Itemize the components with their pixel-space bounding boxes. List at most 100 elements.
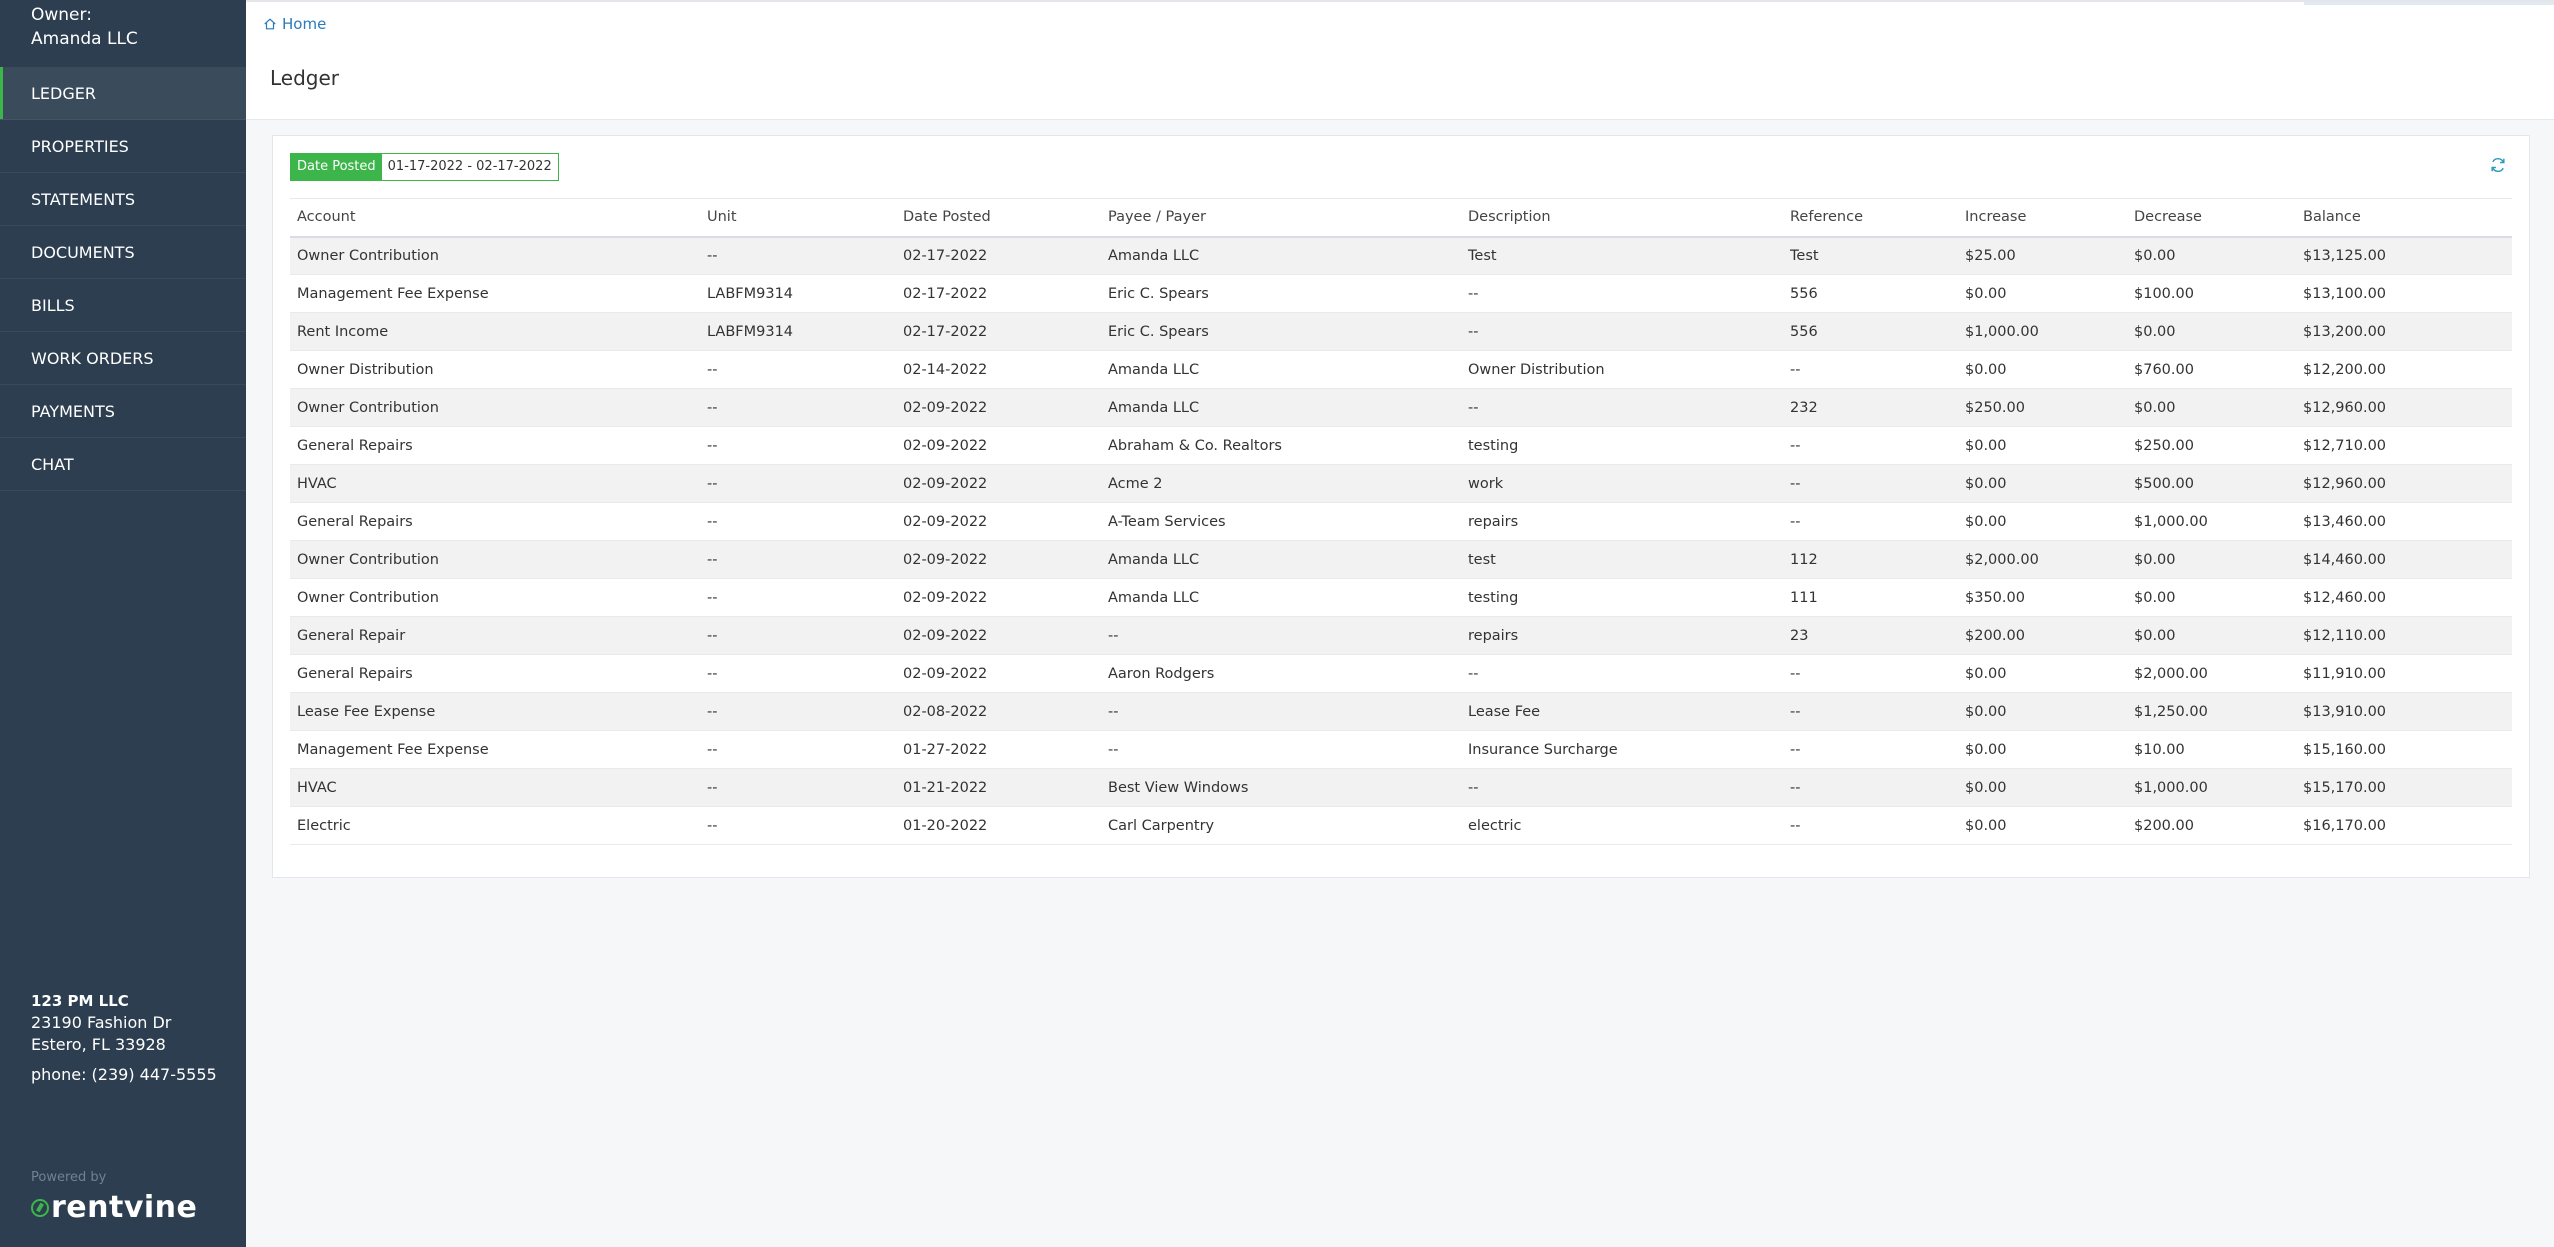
breadcrumb[interactable]: Home <box>263 15 326 33</box>
sidebar-item-statements[interactable]: STATEMENTS <box>0 173 246 226</box>
rentvine-leaf-icon <box>31 1198 49 1217</box>
table-cell: -- <box>1101 692 1461 731</box>
table-cell: repairs <box>1461 616 1783 655</box>
table-row[interactable]: General Repair -- 02-09-2022 -- repairs 23 $20… <box>290 616 2512 655</box>
filter-label: Date Posted <box>291 154 382 180</box>
table-row[interactable]: Owner Contribution -- 02-17-2022 Amanda LLC… <box>290 236 2512 275</box>
table-row[interactable]: Management Fee Expense -- 01-27-2022 -- Insu… <box>290 730 2512 769</box>
ledger-table: Account Unit Date Posted Payee / Payer Descr… <box>290 198 2512 845</box>
table-cell: electric <box>1461 806 1783 845</box>
sidebar-item-work-orders[interactable]: WORK ORDERS <box>0 332 246 385</box>
column-header-description[interactable]: Description <box>1461 198 1783 238</box>
owner-info: Owner: Amanda LLC <box>0 0 246 67</box>
breadcrumb-home-link[interactable]: Home <box>282 15 326 33</box>
table-cell: -- <box>700 730 896 769</box>
sidebar-item-documents[interactable]: DOCUMENTS <box>0 226 246 279</box>
table-row[interactable]: Owner Contribution -- 02-09-2022 Amanda LLC… <box>290 540 2512 579</box>
company-address-line1: 23190 Fashion Dr <box>31 1013 172 1032</box>
table-row[interactable]: HVAC -- 02-09-2022 Acme 2 work -- $0.00 $500.00… <box>290 464 2512 503</box>
table-cell: $2,000.00 <box>2127 654 2296 693</box>
table-cell: 02-08-2022 <box>896 692 1101 731</box>
table-cell: $12,200.00 <box>2296 350 2512 389</box>
column-header-unit[interactable]: Unit <box>700 198 896 238</box>
table-cell: -- <box>1461 274 1783 313</box>
table-row[interactable]: Owner Contribution -- 02-09-2022 Amanda LLC… <box>290 388 2512 427</box>
table-cell: $12,710.00 <box>2296 426 2512 465</box>
table-cell: $0.00 <box>1958 426 2127 465</box>
table-cell: 02-17-2022 <box>896 312 1101 351</box>
sidebar-item-chat[interactable]: CHAT <box>0 438 246 491</box>
table-cell: $0.00 <box>2127 616 2296 655</box>
table-cell: -- <box>1461 388 1783 427</box>
table-cell: $0.00 <box>2127 312 2296 351</box>
sidebar-item-payments[interactable]: PAYMENTS <box>0 385 246 438</box>
table-cell: Owner Contribution <box>290 578 700 617</box>
sidebar-item-properties[interactable]: PROPERTIES <box>0 120 246 173</box>
table-cell: -- <box>700 540 896 579</box>
table-row[interactable]: Owner Distribution -- 02-14-2022 Amanda LLC… <box>290 350 2512 389</box>
table-cell: -- <box>1783 502 1958 541</box>
table-cell: Management Fee Expense <box>290 730 700 769</box>
table-row[interactable]: HVAC -- 01-21-2022 Best View Windows -- -- $0.… <box>290 768 2512 807</box>
table-row[interactable]: Management Fee Expense LABFM9314 02-17-202… <box>290 274 2512 313</box>
table-cell: Lease Fee Expense <box>290 692 700 731</box>
table-cell: 02-09-2022 <box>896 654 1101 693</box>
filter-date-range[interactable]: 01-17-2022 - 02-17-2022 <box>382 154 558 180</box>
table-row[interactable]: General Repairs -- 02-09-2022 Abraham & Co.… <box>290 426 2512 465</box>
column-header-date-posted[interactable]: Date Posted <box>896 198 1101 238</box>
table-row[interactable]: General Repairs -- 02-09-2022 Aaron Rodgers… <box>290 654 2512 693</box>
column-header-payee-payer[interactable]: Payee / Payer <box>1101 198 1461 238</box>
table-cell: $12,460.00 <box>2296 578 2512 617</box>
table-cell: $1,000.00 <box>1958 312 2127 351</box>
column-header-decrease[interactable]: Decrease <box>2127 198 2296 238</box>
main-content: Home Ledger Date Posted 01-17-2022 - 02-… <box>246 0 2554 1247</box>
table-cell: $350.00 <box>1958 578 2127 617</box>
table-cell: -- <box>700 654 896 693</box>
table-cell: Abraham & Co. Realtors <box>1101 426 1461 465</box>
table-row[interactable]: Rent Income LABFM9314 02-17-2022 Eric C. Sp… <box>290 312 2512 351</box>
table-cell: Test <box>1461 236 1783 275</box>
table-row[interactable]: Electric -- 01-20-2022 Carl Carpentry electr… <box>290 806 2512 845</box>
table-cell: 01-21-2022 <box>896 768 1101 807</box>
table-cell: $11,910.00 <box>2296 654 2512 693</box>
table-cell: Best View Windows <box>1101 768 1461 807</box>
table-cell: testing <box>1461 426 1783 465</box>
table-cell: $25.00 <box>1958 236 2127 275</box>
column-header-balance[interactable]: Balance <box>2296 198 2512 238</box>
column-header-increase[interactable]: Increase <box>1958 198 2127 238</box>
table-cell: $0.00 <box>2127 578 2296 617</box>
date-posted-filter[interactable]: Date Posted 01-17-2022 - 02-17-2022 <box>290 153 559 181</box>
rentvine-logo[interactable]: rentvine <box>31 1190 197 1225</box>
table-cell: Management Fee Expense <box>290 274 700 313</box>
table-cell: 556 <box>1783 274 1958 313</box>
table-row[interactable]: General Repairs -- 02-09-2022 A-Team Servic… <box>290 502 2512 541</box>
home-icon <box>264 18 276 30</box>
table-cell: Owner Contribution <box>290 540 700 579</box>
table-cell: General Repair <box>290 616 700 655</box>
table-cell: $16,170.00 <box>2296 806 2512 845</box>
table-row[interactable]: Owner Contribution -- 02-09-2022 Amanda LLC… <box>290 578 2512 617</box>
column-header-account[interactable]: Account <box>290 198 700 238</box>
table-cell: $0.00 <box>1958 768 2127 807</box>
table-cell: Test <box>1783 236 1958 275</box>
sidebar-item-ledger[interactable]: LEDGER <box>0 67 246 120</box>
refresh-icon[interactable] <box>2489 156 2507 174</box>
table-cell: Eric C. Spears <box>1101 312 1461 351</box>
powered-by-label: Powered by <box>31 1170 107 1185</box>
table-cell: $10.00 <box>2127 730 2296 769</box>
column-header-reference[interactable]: Reference <box>1783 198 1958 238</box>
table-cell: $12,960.00 <box>2296 388 2512 427</box>
table-cell: $13,125.00 <box>2296 236 2512 275</box>
sidebar-item-bills[interactable]: BILLS <box>0 279 246 332</box>
page-header: Home Ledger <box>246 0 2554 120</box>
table-cell: -- <box>700 616 896 655</box>
table-cell: -- <box>700 578 896 617</box>
table-cell: General Repairs <box>290 426 700 465</box>
logo-text: rentvine <box>51 1190 198 1225</box>
table-cell: 02-17-2022 <box>896 274 1101 313</box>
table-cell: HVAC <box>290 768 700 807</box>
table-cell: -- <box>1783 806 1958 845</box>
table-row[interactable]: Lease Fee Expense -- 02-08-2022 -- Lease Fee… <box>290 692 2512 731</box>
table-cell: -- <box>1101 730 1461 769</box>
table-cell: $15,170.00 <box>2296 768 2512 807</box>
